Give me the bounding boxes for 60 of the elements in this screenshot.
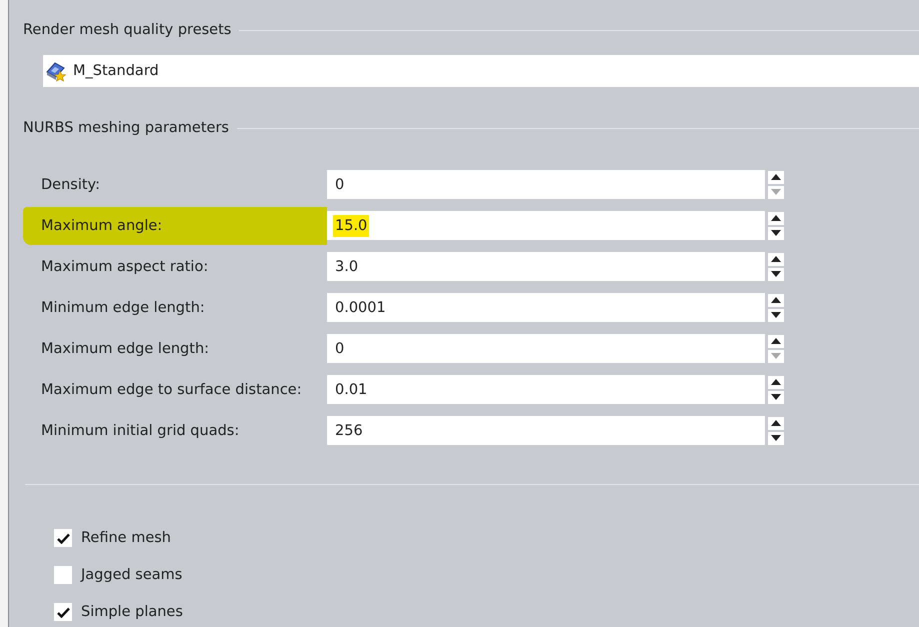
spin-up-button[interactable] bbox=[768, 416, 784, 430]
check-icon bbox=[56, 532, 70, 544]
number-field[interactable]: 3.0 bbox=[327, 252, 765, 281]
field-label: Density: bbox=[40, 176, 101, 194]
checkbox-label: Refine mesh bbox=[81, 530, 171, 546]
spin-up-button[interactable] bbox=[768, 294, 784, 306]
down-arrow-icon bbox=[771, 271, 781, 277]
down-arrow-icon bbox=[771, 189, 781, 195]
field-value: 15.0 bbox=[333, 214, 370, 236]
highlighted-label: Maximum angle: bbox=[23, 206, 327, 244]
field-value: 0 bbox=[334, 176, 346, 194]
number-field[interactable]: 15.0 bbox=[327, 211, 765, 240]
up-arrow-icon bbox=[771, 256, 781, 262]
field-label: Maximum edge length: bbox=[40, 340, 210, 358]
down-arrow-icon bbox=[771, 394, 781, 400]
field-label: Maximum aspect ratio: bbox=[40, 258, 210, 276]
checkbox[interactable] bbox=[54, 603, 72, 621]
up-arrow-icon bbox=[771, 297, 781, 303]
up-arrow-icon bbox=[771, 338, 781, 344]
section-title: Render mesh quality presets bbox=[23, 22, 232, 38]
up-arrow-icon bbox=[771, 174, 781, 180]
spin-down-button[interactable] bbox=[768, 268, 784, 280]
field-value: 0.01 bbox=[334, 380, 368, 400]
spin-up-button[interactable] bbox=[768, 212, 784, 224]
field-value: 0 bbox=[334, 340, 346, 358]
field-label: Maximum edge to surface distance: bbox=[40, 380, 303, 400]
checkbox-label: Jagged seams bbox=[81, 567, 182, 583]
up-arrow-icon bbox=[771, 420, 781, 426]
up-arrow-icon bbox=[771, 215, 781, 221]
down-arrow-icon bbox=[771, 435, 781, 441]
field-label: Minimum initial grid quads: bbox=[40, 422, 240, 440]
spin-down-button[interactable] bbox=[768, 226, 784, 240]
up-arrow-icon bbox=[771, 379, 781, 385]
number-field[interactable]: 256 bbox=[327, 416, 765, 445]
preset-field[interactable]: M_Standard bbox=[43, 55, 919, 87]
checkbox[interactable] bbox=[54, 566, 72, 584]
field-value: 3.0 bbox=[334, 258, 360, 276]
spin-down-button[interactable] bbox=[768, 432, 784, 444]
number-field[interactable]: 0.0001 bbox=[327, 293, 765, 322]
spin-up-button[interactable] bbox=[768, 170, 784, 184]
check-icon bbox=[56, 606, 70, 618]
spin-up-button[interactable] bbox=[768, 334, 784, 348]
field-value: 0.0001 bbox=[334, 298, 387, 318]
section-title: NURBS meshing parameters bbox=[23, 120, 229, 136]
number-field[interactable]: 0 bbox=[327, 170, 765, 199]
spin-down-button[interactable] bbox=[768, 308, 784, 322]
checkbox-label: Simple planes bbox=[81, 604, 183, 620]
spin-down-button[interactable] bbox=[768, 390, 784, 404]
spin-up-button[interactable] bbox=[768, 376, 784, 388]
field-label: Minimum edge length: bbox=[40, 298, 206, 318]
down-arrow-icon bbox=[771, 353, 781, 359]
number-field[interactable]: 0 bbox=[327, 334, 765, 363]
checkbox[interactable] bbox=[54, 529, 72, 547]
preset-value: M_Standard bbox=[73, 63, 159, 79]
down-arrow-icon bbox=[771, 312, 781, 318]
spin-up-button[interactable] bbox=[768, 252, 784, 266]
number-field[interactable]: 0.01 bbox=[327, 375, 765, 404]
mesh-star-icon bbox=[45, 60, 67, 82]
down-arrow-icon bbox=[771, 230, 781, 236]
field-value: 256 bbox=[334, 422, 364, 440]
